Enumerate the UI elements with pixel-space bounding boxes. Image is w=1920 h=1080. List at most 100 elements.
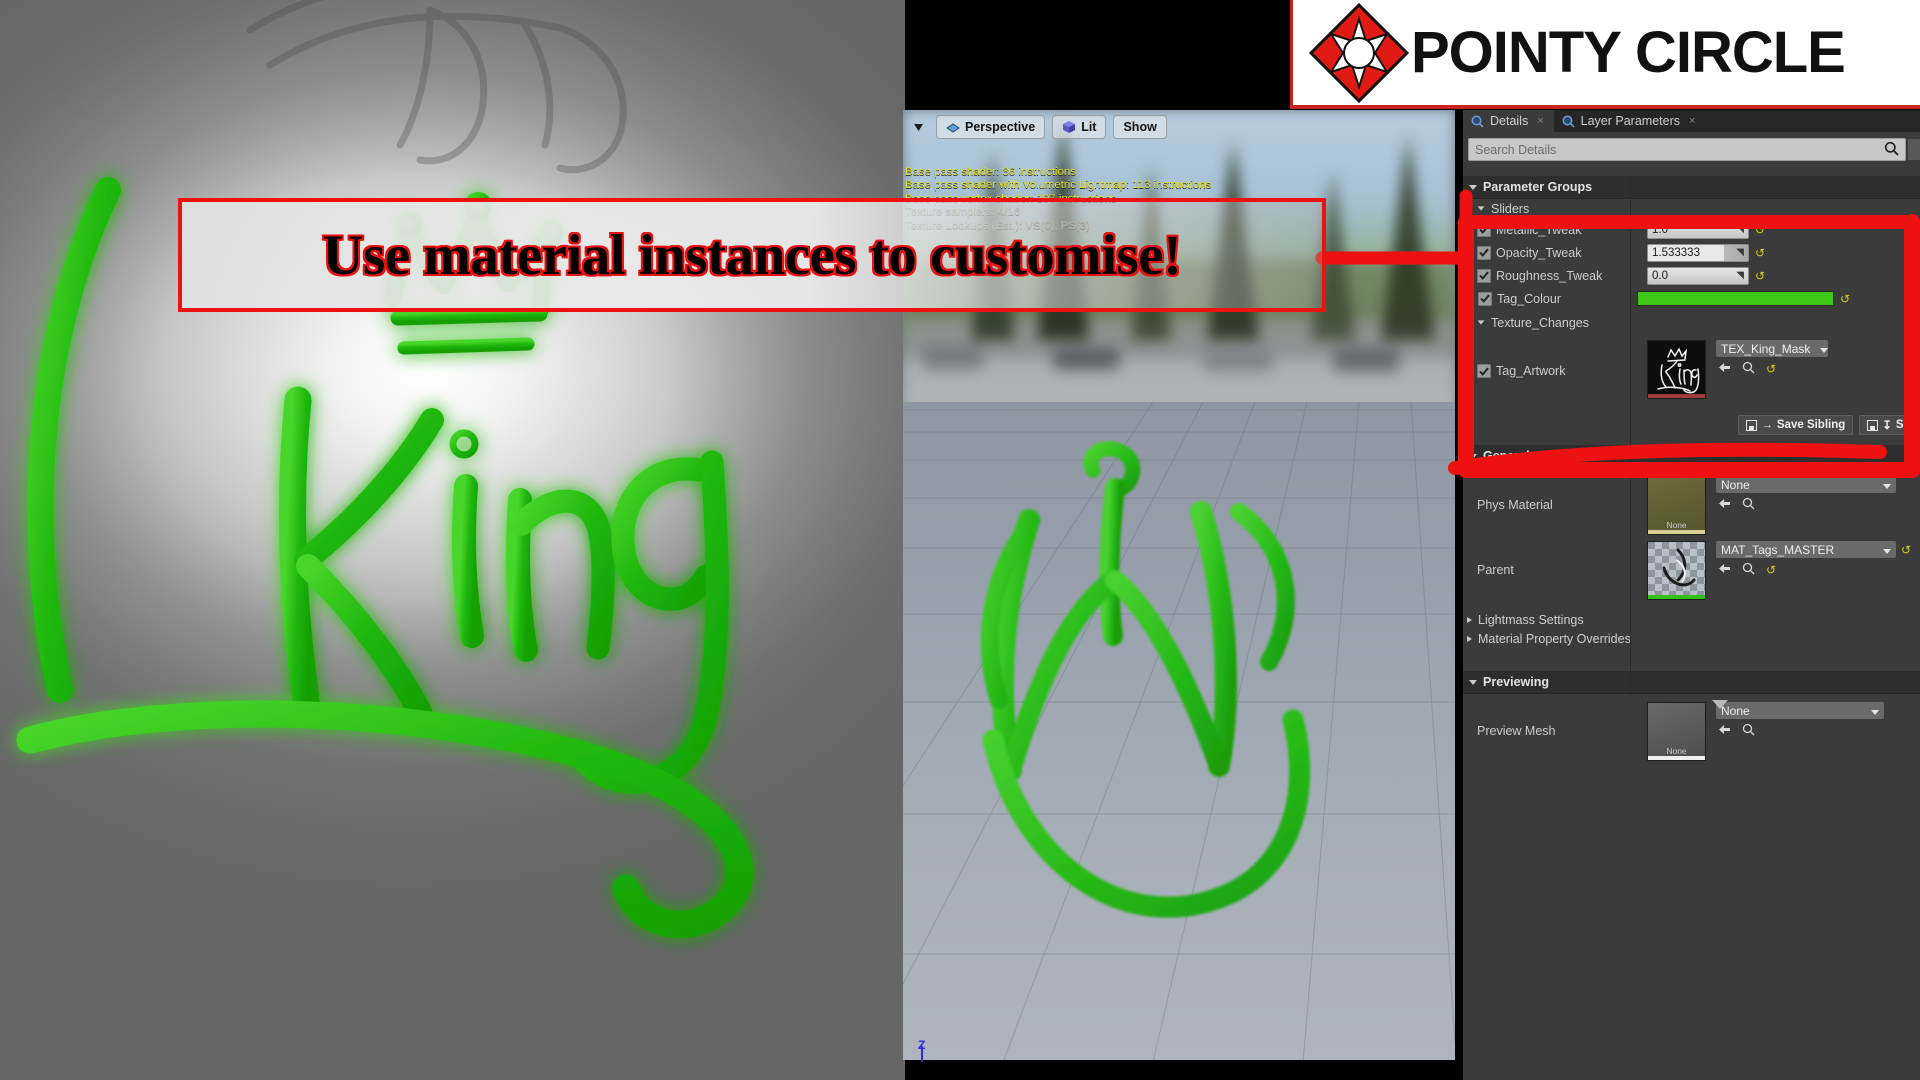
property-row-phys-material[interactable]: Phys Material None None <box>1463 476 1920 535</box>
value-text: 1.533333 <box>1652 246 1700 259</box>
tag-colour-checkbox[interactable] <box>1478 291 1492 306</box>
parameter-row-tag-colour[interactable]: Tag_Colour ↺ <box>1463 287 1920 310</box>
find-in-content-browser-icon[interactable] <box>1742 497 1755 513</box>
roughness-tweak-value-input[interactable]: 0.0 ◥ <box>1647 266 1749 285</box>
save-sibling-button[interactable]: → Save Sibling <box>1738 415 1854 435</box>
save-child-label: Sa <box>1895 419 1910 431</box>
reset-to-default-icon[interactable]: ↺ <box>1755 270 1765 282</box>
tab-details[interactable]: Details × <box>1463 110 1554 132</box>
chevron-down-icon <box>1810 342 1829 356</box>
property-row-parent[interactable]: Parent MAT_Tags_MASTER ↺ ↺ <box>1463 541 1920 600</box>
reset-to-default-icon[interactable]: ↺ <box>1755 247 1765 259</box>
phys-material-asset-picker[interactable]: None <box>1716 476 1896 493</box>
close-icon[interactable]: × <box>1537 115 1543 127</box>
tag-artwork-asset-actions[interactable]: ↺ <box>1716 361 1828 377</box>
lit-cube-icon <box>1063 121 1076 133</box>
asset-name: MAT_Tags_MASTER <box>1721 542 1835 557</box>
viewport-camera-mode-button[interactable]: Perspective <box>936 115 1046 139</box>
parameter-row-tag-artwork[interactable]: Tag_Artwork TEX_King_Mask ↺ <box>1463 340 1920 399</box>
reset-to-default-icon[interactable]: ↺ <box>1840 293 1850 305</box>
section-header-parameter-groups[interactable]: Parameter Groups <box>1463 176 1920 199</box>
roughness-tweak-checkbox[interactable] <box>1477 268 1491 283</box>
section-header-general[interactable]: General <box>1463 445 1920 468</box>
reset-to-default-icon[interactable]: ↺ <box>1755 224 1765 236</box>
group-title: Lightmass Settings <box>1478 612 1584 627</box>
group-header-sliders[interactable]: Sliders <box>1463 199 1920 218</box>
scroll-down-arrow-icon[interactable] <box>1712 700 1728 709</box>
parent-material-asset-picker[interactable]: MAT_Tags_MASTER <box>1716 541 1896 558</box>
viewport-lighting-mode-button[interactable]: Lit <box>1052 115 1107 139</box>
parent-material-thumbnail[interactable] <box>1647 541 1706 600</box>
section-title: Parameter Groups <box>1483 180 1593 194</box>
pointy-circle-diamond-star-logo-icon <box>1309 2 1409 103</box>
search-icon[interactable] <box>1884 141 1899 159</box>
king-graffiti-tag-artwork <box>16 177 753 938</box>
browse-to-asset-icon[interactable] <box>1718 563 1731 577</box>
browse-to-asset-icon[interactable] <box>1718 498 1731 512</box>
metallic-tweak-checkbox[interactable] <box>1477 222 1491 237</box>
parameter-label: Opacity_Tweak <box>1496 245 1582 260</box>
drag-handle-icon[interactable]: ◥ <box>1736 247 1744 258</box>
panel-tab-bar[interactable]: Details × Layer Parameters × <box>1463 110 1920 132</box>
viewport-toolbar[interactable]: Perspective Lit Show <box>903 110 1459 144</box>
find-in-content-browser-icon[interactable] <box>1742 562 1755 578</box>
group-title: Material Property Overrides <box>1478 631 1631 646</box>
save-child-button[interactable]: ↧ Sa <box>1859 415 1918 435</box>
section-title: Previewing <box>1483 675 1549 689</box>
viewport-show-menu-button[interactable]: Show <box>1113 115 1167 139</box>
details-panel: Parameter Groups Sliders Metallic_Tweak … <box>1463 110 1920 1080</box>
group-title: Texture_Changes <box>1491 315 1589 330</box>
property-label: Parent <box>1477 563 1514 577</box>
preview-mesh-thumbnail[interactable]: None <box>1647 702 1706 761</box>
collapsed-group-lightmass-settings[interactable]: Lightmass Settings <box>1463 610 1920 629</box>
king-graffiti-tag-thumbnail[interactable] <box>1647 340 1706 399</box>
save-buttons-row[interactable]: → Save Sibling ↧ Sa <box>1463 415 1920 435</box>
viewport-z-axis-label: Z <box>918 1038 926 1052</box>
browse-to-asset-icon[interactable] <box>1718 362 1731 376</box>
search-filter-button[interactable] <box>1908 139 1920 160</box>
parameter-row-roughness-tweak[interactable]: Roughness_Tweak 0.0 ◥ ↺ <box>1463 264 1920 287</box>
chevron-down-icon <box>1873 543 1891 557</box>
parameter-row-metallic-tweak[interactable]: Metallic_Tweak 1.0 ◥ ↺ <box>1463 218 1920 241</box>
browse-to-asset-icon[interactable] <box>1718 724 1731 738</box>
drag-handle-icon[interactable]: ◥ <box>1736 224 1744 235</box>
reset-to-default-icon[interactable]: ↺ <box>1901 544 1911 556</box>
preview-mesh-asset-picker[interactable]: None <box>1716 702 1884 719</box>
search-details-input[interactable]: Search Details <box>1468 138 1906 161</box>
metallic-tweak-value-input[interactable]: 1.0 ◥ <box>1647 220 1749 239</box>
value-text: 1.0 <box>1652 223 1668 236</box>
close-icon[interactable]: × <box>1689 115 1695 127</box>
phys-material-thumbnail[interactable]: None <box>1647 476 1706 535</box>
chevron-down-icon <box>1469 184 1477 190</box>
tab-layer-parameters[interactable]: Layer Parameters × <box>1554 110 1706 132</box>
tab-label: Details <box>1490 114 1529 128</box>
collapsed-group-material-property-overrides[interactable]: Material Property Overrides <box>1463 629 1920 648</box>
viewport-options-caret-icon[interactable] <box>907 116 929 138</box>
save-sibling-label: Save Sibling <box>1776 419 1846 431</box>
perspective-camera-icon <box>946 123 960 133</box>
preview-mesh-actions[interactable] <box>1716 723 1884 739</box>
reset-to-default-icon[interactable]: ↺ <box>1766 564 1776 576</box>
asset-name: TEX_King_Mask <box>1721 341 1811 356</box>
tag-artwork-asset-picker[interactable]: TEX_King_Mask <box>1716 340 1829 357</box>
opacity-tweak-value-input[interactable]: 1.533333 ◥ <box>1647 243 1749 262</box>
details-search-bar[interactable]: Search Details <box>1463 138 1920 161</box>
find-in-content-browser-icon[interactable] <box>1742 723 1755 739</box>
property-row-preview-mesh[interactable]: Preview Mesh None None <box>1463 702 1920 761</box>
opacity-tweak-checkbox[interactable] <box>1477 245 1491 260</box>
thumbnail-status-strip <box>1648 756 1705 760</box>
drag-handle-icon[interactable]: ◥ <box>1736 270 1744 281</box>
tag-colour-swatch[interactable] <box>1637 291 1834 306</box>
reset-to-default-icon[interactable]: ↺ <box>1766 363 1776 375</box>
chevron-right-icon[interactable] <box>1467 295 1472 302</box>
phys-material-actions[interactable] <box>1716 497 1896 513</box>
section-header-previewing[interactable]: Previewing <box>1463 671 1920 694</box>
parameter-row-opacity-tweak[interactable]: Opacity_Tweak 1.533333 ◥ ↺ <box>1463 241 1920 264</box>
tag-artwork-checkbox[interactable] <box>1477 364 1491 378</box>
chevron-right-icon <box>1467 635 1472 642</box>
parameter-label: Tag_Artwork <box>1496 364 1566 378</box>
find-in-content-browser-icon[interactable] <box>1742 361 1755 377</box>
save-sibling-arrow-icon: → <box>1761 419 1773 431</box>
parent-material-actions[interactable]: ↺ <box>1716 562 1911 578</box>
group-header-texture-changes[interactable]: Texture_Changes <box>1463 313 1920 332</box>
